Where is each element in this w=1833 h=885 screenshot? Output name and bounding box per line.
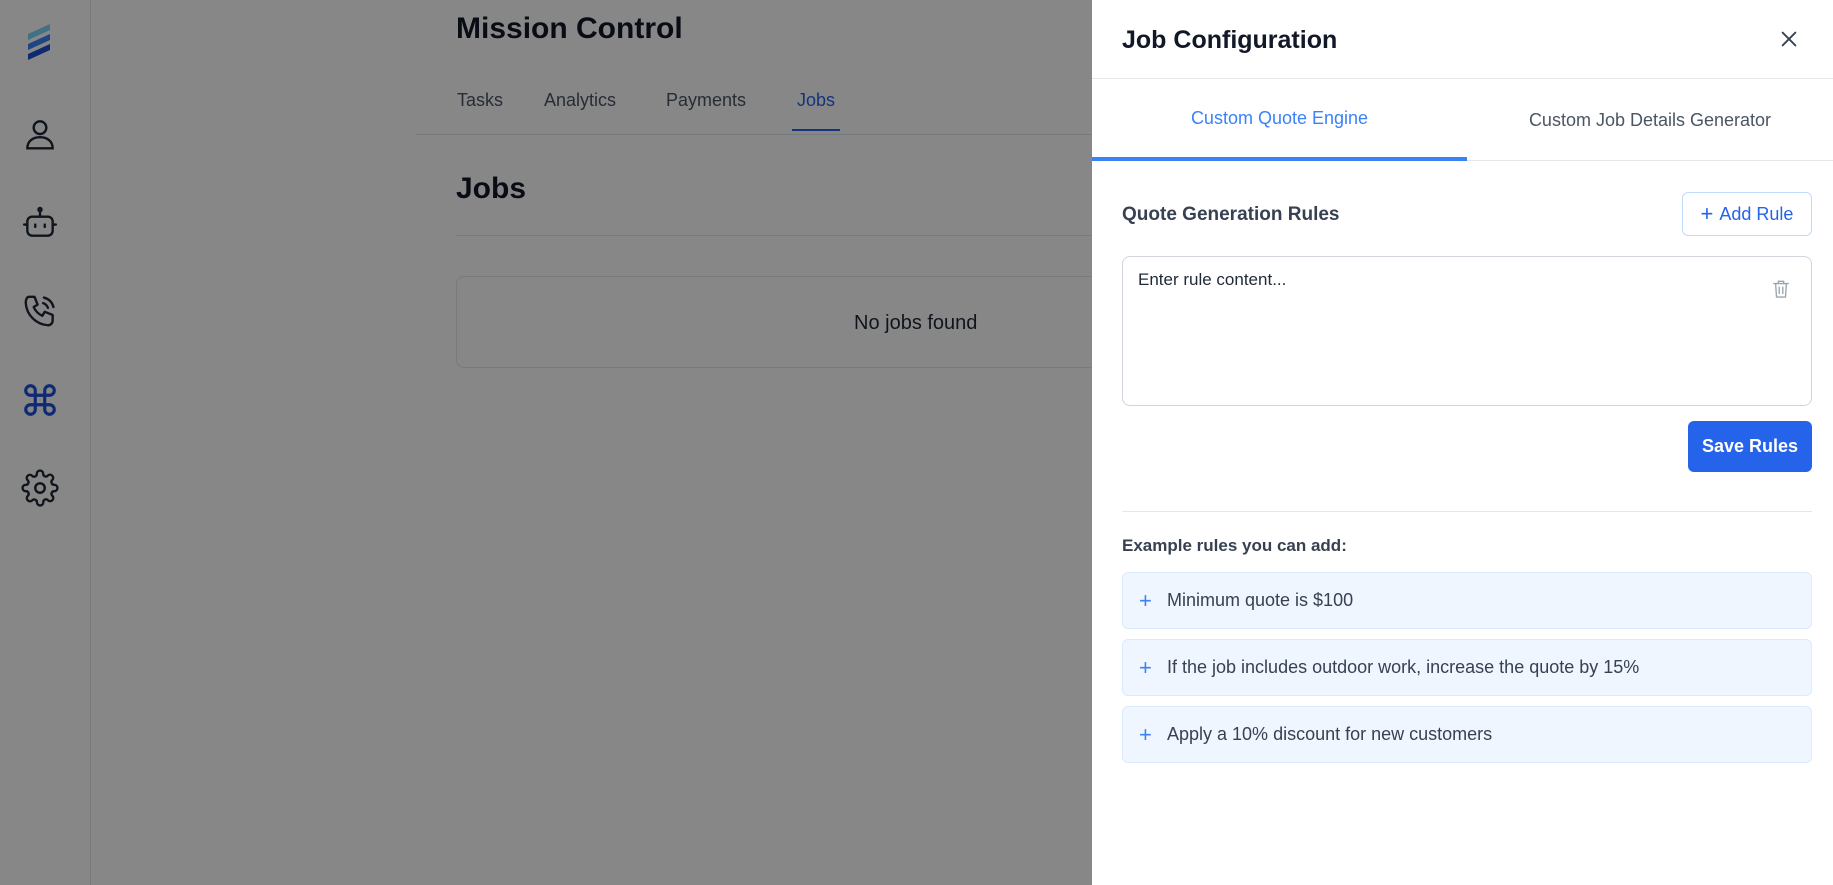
example-rule-text: Minimum quote is $100 [1167, 590, 1354, 610]
job-configuration-drawer: Job Configuration Custom Quote Engine Cu… [1092, 0, 1833, 885]
plus-icon: + [1139, 654, 1152, 680]
plus-icon: + [1139, 587, 1152, 613]
close-icon [1781, 31, 1797, 47]
tab-custom-job-details-generator[interactable]: Custom Job Details Generator [1467, 79, 1833, 161]
add-rule-label: Add Rule [1719, 203, 1794, 224]
example-rule-item[interactable]: + If the job includes outdoor work, incr… [1122, 639, 1812, 696]
rule-editor [1122, 256, 1812, 406]
section-divider [1122, 511, 1812, 512]
examples-heading: Example rules you can add: [1122, 536, 1347, 555]
tab-custom-quote-engine[interactable]: Custom Quote Engine [1092, 79, 1467, 161]
add-rule-button[interactable]: + Add Rule [1682, 192, 1812, 236]
example-rule-item[interactable]: + Apply a 10% discount for new customers [1122, 706, 1812, 763]
plus-icon: + [1139, 721, 1152, 747]
drawer-tabs: Custom Quote Engine Custom Job Details G… [1092, 79, 1833, 161]
save-rules-button[interactable]: Save Rules [1688, 421, 1812, 472]
close-button[interactable] [1774, 24, 1804, 54]
rules-heading: Quote Generation Rules [1122, 204, 1340, 225]
trash-icon [1773, 280, 1789, 298]
modal-overlay[interactable] [0, 0, 1092, 885]
delete-rule-button[interactable] [1770, 277, 1792, 301]
drawer-header: Job Configuration [1092, 0, 1833, 79]
example-rule-item[interactable]: + Minimum quote is $100 [1122, 572, 1812, 629]
example-rule-text: Apply a 10% discount for new customers [1167, 724, 1493, 744]
plus-icon: + [1700, 201, 1714, 226]
example-rule-text: If the job includes outdoor work, increa… [1167, 657, 1640, 677]
rule-content-input[interactable] [1123, 257, 1811, 405]
drawer-title: Job Configuration [1122, 26, 1338, 54]
